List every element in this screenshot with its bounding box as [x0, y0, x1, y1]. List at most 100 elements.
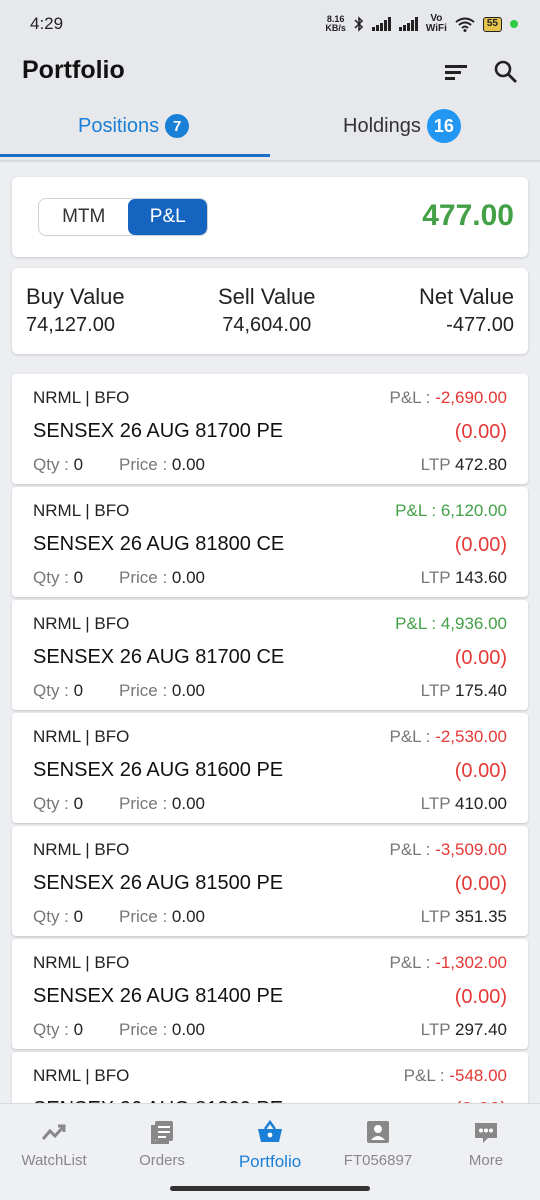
nav-orders[interactable]: Orders — [108, 1104, 216, 1178]
orders-icon — [151, 1121, 173, 1144]
position-row[interactable]: NRML | BFO SENSEX 26 AUG 81400 PE Qty : … — [12, 939, 528, 1049]
pnl-value: 4,936.00 — [440, 614, 507, 633]
ltp-value: 472.80 — [455, 455, 507, 474]
qty-value: 0 — [73, 1020, 84, 1039]
position-change: (0.00) — [454, 760, 507, 782]
position-row[interactable]: NRML | BFO SENSEX 26 AUG 81600 PE Qty : … — [12, 713, 528, 823]
position-pnl: P&L : 6,120.00 — [395, 501, 507, 521]
ltp-value: 410.00 — [455, 794, 507, 813]
pnl-label: P&L : — [389, 388, 436, 407]
positions-list: NRML | BFO SENSEX 26 AUG 81700 PE Qty : … — [12, 374, 528, 1165]
position-row[interactable]: NRML | BFO SENSEX 26 AUG 81700 PE Qty : … — [12, 374, 528, 484]
qty-value: 0 — [73, 907, 84, 926]
basket-icon — [258, 1119, 282, 1142]
position-price: Price : 0.00 — [119, 681, 205, 701]
buy-value-group: Buy Value 74,127.00 — [26, 284, 125, 337]
position-pnl: P&L : -3,509.00 — [389, 840, 507, 860]
price-value: 0.00 — [171, 794, 205, 813]
trend-icon — [41, 1124, 66, 1140]
pnl-value: -548.00 — [449, 1066, 507, 1085]
mtm-pnl-toggle: MTM P&L — [38, 198, 208, 236]
status-dot — [510, 20, 518, 28]
ltp-label: LTP — [420, 1020, 455, 1039]
position-price: Price : 0.00 — [119, 794, 205, 814]
tab-holdings-label: Holdings — [343, 114, 421, 137]
net-value-label: Net Value — [419, 284, 514, 309]
page-title: Portfolio — [22, 56, 125, 84]
position-price: Price : 0.00 — [119, 568, 205, 588]
position-product: NRML | BFO — [33, 388, 130, 407]
position-product: NRML | BFO — [33, 501, 130, 520]
header-shadow — [0, 160, 540, 163]
net-value: -477.00 — [446, 314, 514, 336]
position-ltp: LTP 351.35 — [421, 907, 507, 927]
signal-icon-2 — [398, 17, 418, 31]
more-icon — [475, 1123, 497, 1143]
position-change: (0.00) — [454, 421, 507, 443]
nav-account[interactable]: FT056897 — [324, 1104, 432, 1178]
position-price: Price : 0.00 — [119, 1020, 205, 1040]
price-label: Price : — [119, 568, 172, 587]
positions-count-badge: 7 — [165, 114, 190, 138]
tab-holdings[interactable]: Holdings 16 — [343, 108, 461, 144]
position-row[interactable]: NRML | BFO SENSEX 26 AUG 81700 CE Qty : … — [12, 600, 528, 710]
status-icons: 8.16 KB/s Vo WiFi 55 — [325, 14, 518, 34]
price-value: 0.00 — [171, 568, 205, 587]
position-product: NRML | BFO — [33, 840, 130, 859]
position-row[interactable]: NRML | BFO SENSEX 26 AUG 81800 CE Qty : … — [12, 487, 528, 597]
price-value: 0.00 — [171, 1020, 205, 1039]
bluetooth-icon — [354, 16, 363, 32]
position-change: (0.00) — [454, 534, 507, 556]
toggle-pnl[interactable]: P&L — [128, 199, 207, 235]
position-instrument: SENSEX 26 AUG 81800 CE — [33, 533, 285, 555]
price-label: Price : — [119, 1020, 172, 1039]
tab-positions[interactable]: Positions 7 — [78, 108, 190, 144]
qty-label: Qty : — [33, 455, 74, 474]
qty-label: Qty : — [33, 681, 74, 700]
position-price: Price : 0.00 — [119, 455, 205, 475]
position-ltp: LTP 410.00 — [421, 794, 507, 814]
ltp-value: 175.40 — [455, 681, 507, 700]
pnl-total-value: 477.00 — [422, 199, 514, 232]
position-ltp: LTP 175.40 — [421, 681, 507, 701]
ltp-label: LTP — [420, 681, 455, 700]
toggle-mtm[interactable]: MTM — [39, 199, 128, 235]
tab-positions-label: Positions — [78, 114, 160, 137]
position-pnl: P&L : -2,690.00 — [389, 388, 507, 408]
price-value: 0.00 — [171, 681, 205, 700]
buy-value: 74,127.00 — [26, 314, 115, 336]
qty-label: Qty : — [33, 907, 74, 926]
bottom-nav: WatchList Orders Portfolio FT056897 More — [0, 1103, 540, 1178]
app-header: Portfolio Positions 7 Holdings 16 — [0, 48, 540, 160]
nav-portfolio-label: Portfolio — [238, 1152, 302, 1171]
ltp-label: LTP — [420, 568, 455, 587]
position-qty: Qty : 0 — [33, 681, 83, 701]
position-qty: Qty : 0 — [33, 568, 83, 588]
nav-more-label: More — [468, 1152, 504, 1169]
active-tab-indicator — [0, 154, 270, 157]
sort-icon[interactable] — [442, 58, 470, 86]
pnl-label: P&L : — [389, 953, 436, 972]
pnl-value: -3,509.00 — [435, 840, 507, 859]
price-label: Price : — [119, 455, 172, 474]
search-icon[interactable] — [492, 58, 520, 86]
nav-portfolio[interactable]: Portfolio — [216, 1104, 324, 1178]
pnl-value: -2,530.00 — [435, 727, 507, 746]
position-change: (0.00) — [454, 986, 507, 1008]
qty-label: Qty : — [33, 1020, 74, 1039]
pnl-label: P&L : — [395, 501, 441, 520]
nav-account-label: FT056897 — [343, 1152, 413, 1169]
qty-value: 0 — [73, 794, 84, 813]
position-qty: Qty : 0 — [33, 794, 83, 814]
nav-more[interactable]: More — [432, 1104, 540, 1178]
sell-value-group: Sell Value 74,604.00 — [218, 284, 315, 337]
values-summary-card: Buy Value 74,127.00 Sell Value 74,604.00… — [12, 268, 528, 354]
sell-value-label: Sell Value — [218, 284, 316, 309]
position-instrument: SENSEX 26 AUG 81500 PE — [33, 872, 284, 894]
position-product: NRML | BFO — [33, 1066, 130, 1085]
gesture-bar[interactable] — [170, 1186, 370, 1191]
nav-watchlist[interactable]: WatchList — [0, 1104, 108, 1178]
pnl-label: P&L : — [395, 614, 441, 633]
price-value: 0.00 — [171, 907, 205, 926]
position-row[interactable]: NRML | BFO SENSEX 26 AUG 81500 PE Qty : … — [12, 826, 528, 936]
